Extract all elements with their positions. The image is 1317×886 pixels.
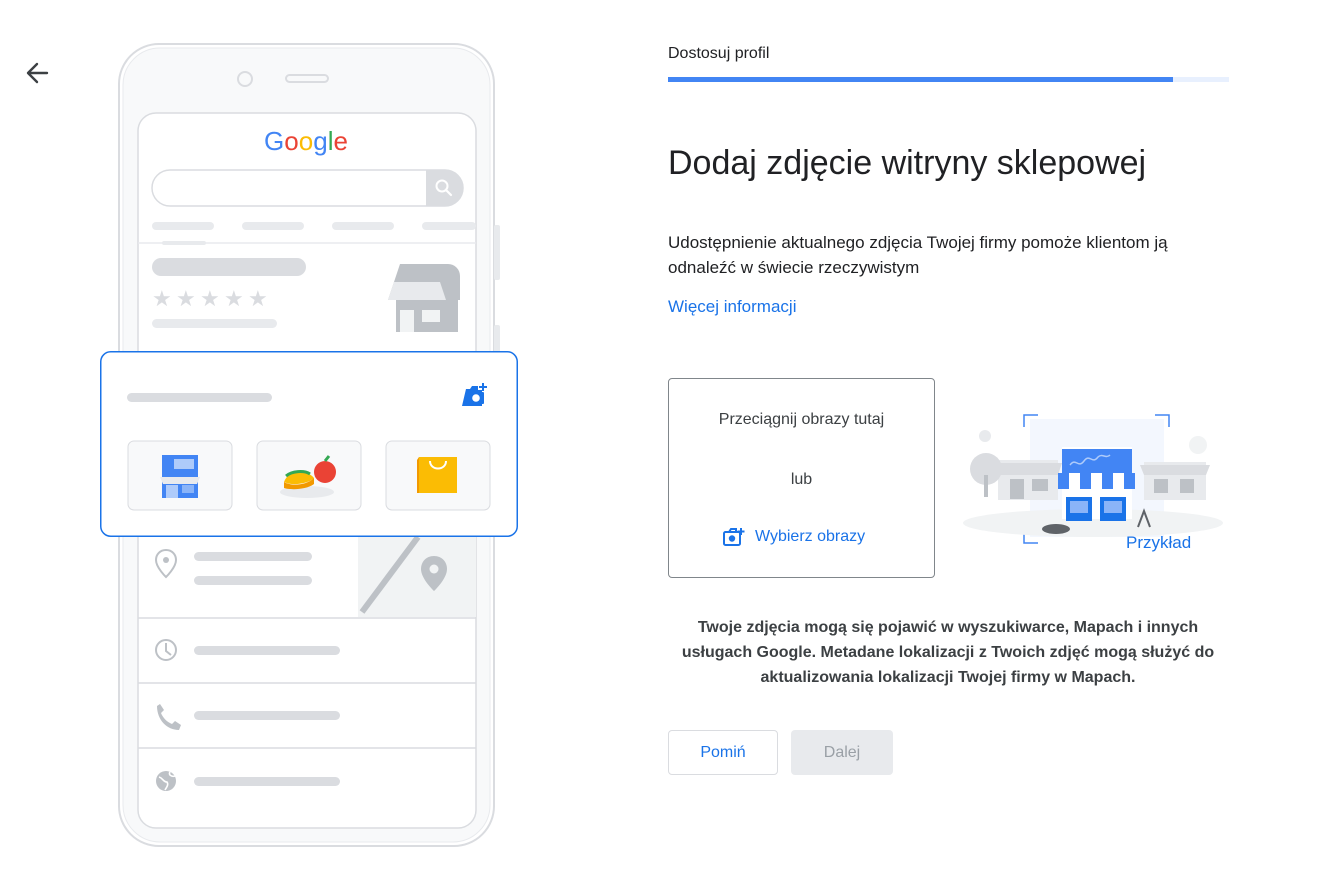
skip-button[interactable]: Pomiń [668,730,778,775]
dropzone-drag-text: Przeciągnij obrazy tutaj [718,411,885,428]
google-logo: Google [264,126,348,156]
photo-card-illustration [100,351,518,537]
choose-images-button[interactable]: Wybierz obrazy [723,527,865,547]
more-info-link[interactable]: Więcej informacji [668,297,796,317]
progress-bar [668,77,1229,82]
svg-text:★: ★ [176,287,196,312]
svg-text:★: ★ [224,287,244,312]
svg-text:★: ★ [248,287,268,312]
page-description: Udostępnienie aktualnego zdjęcia Twojej … [668,233,1168,277]
back-button[interactable] [22,58,52,88]
svg-text:★: ★ [152,287,172,312]
page-title: Dodaj zdjęcie witryny sklepowej [668,144,1147,182]
privacy-notice: Twoje zdjęcia mogą się pojawić w wyszuki… [681,619,1215,686]
add-photo-icon [723,528,745,546]
step-label: Dostosuj profil [668,45,770,62]
example-label: Przykład [1126,533,1192,552]
progress-fill [668,77,1173,82]
dropzone-or-text: lub [790,471,813,488]
choose-images-label: Wybierz obrazy [755,528,866,545]
next-button[interactable]: Dalej [791,730,893,775]
image-dropzone[interactable]: Przeciągnij obrazy tutaj lub Wybierz obr… [668,378,935,578]
arrow-back-icon [26,62,49,84]
svg-text:★: ★ [200,287,220,312]
